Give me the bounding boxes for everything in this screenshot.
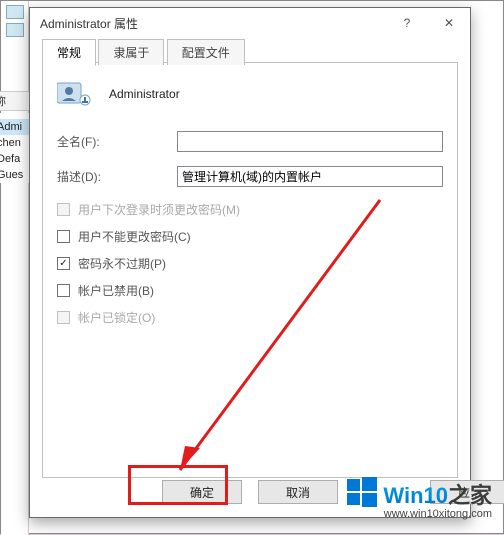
user-name-heading: Administrator: [109, 87, 180, 101]
parent-list-header: 称: [0, 91, 31, 111]
checkbox-mustchange: 用户下次登录时须更改密码(M): [57, 201, 443, 218]
tab-strip: 常规 隶属于 配置文件: [42, 38, 458, 63]
fullname-label: 全名(F):: [57, 133, 177, 150]
checkbox-locked: 帐户已锁定(O): [57, 309, 443, 326]
checkbox-neverexpire[interactable]: ✓ 密码永不过期(P): [57, 255, 443, 272]
watermark: Win10之家 www.win10xitong.com: [347, 477, 492, 520]
toolbar-icon-2[interactable]: [6, 23, 24, 37]
dialog-titlebar[interactable]: Administrator 属性 ? ✕: [30, 8, 470, 38]
ok-button[interactable]: 确定: [162, 480, 242, 504]
fullname-input[interactable]: [177, 131, 443, 152]
checkbox-box: [57, 230, 70, 243]
windows-logo-icon: [347, 477, 377, 510]
checkbox-label: 用户不能更改密码(C): [78, 228, 191, 245]
help-button[interactable]: ?: [386, 9, 428, 37]
tab-memberof[interactable]: 隶属于: [98, 39, 164, 65]
checkbox-cannotchange[interactable]: 用户不能更改密码(C): [57, 228, 443, 245]
checkbox-label: 帐户已锁定(O): [78, 309, 155, 326]
description-input[interactable]: [177, 166, 443, 187]
properties-dialog: Administrator 属性 ? ✕ 常规 隶属于 配置文件 Adminis…: [29, 7, 471, 518]
close-button[interactable]: ✕: [428, 9, 470, 37]
check-icon: ✓: [59, 259, 67, 269]
tab-profile[interactable]: 配置文件: [167, 39, 245, 65]
checkbox-box: ✓: [57, 257, 70, 270]
user-icon: [57, 77, 91, 111]
ok-button-label: 确定: [190, 484, 214, 501]
tab-panel-general: Administrator 全名(F): 描述(D): 用户下次登录时须更改密码…: [42, 63, 458, 478]
close-icon: ✕: [444, 16, 454, 30]
checkbox-label: 用户下次登录时须更改密码(M): [78, 201, 240, 218]
toolbar-icon-1[interactable]: [6, 5, 24, 19]
checkbox-disabled[interactable]: 帐户已禁用(B): [57, 282, 443, 299]
dialog-title: Administrator 属性: [40, 15, 138, 32]
checkbox-box: [57, 203, 70, 216]
checkbox-box: [57, 284, 70, 297]
description-label: 描述(D):: [57, 168, 177, 185]
checkbox-label: 帐户已禁用(B): [78, 282, 154, 299]
parent-toolbar: [1, 1, 29, 535]
watermark-text: Win10之家: [383, 478, 492, 510]
cancel-button[interactable]: 取消: [258, 480, 338, 504]
checkbox-label: 密码永不过期(P): [78, 255, 166, 272]
cancel-button-label: 取消: [286, 484, 310, 501]
help-icon: ?: [404, 16, 411, 30]
tab-general[interactable]: 常规: [42, 39, 96, 66]
checkbox-box: [57, 311, 70, 324]
